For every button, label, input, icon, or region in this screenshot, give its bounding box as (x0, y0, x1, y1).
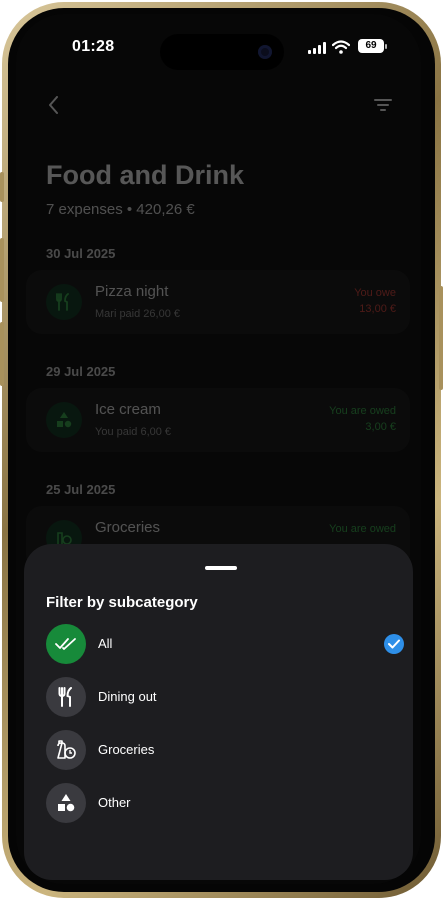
volume-down-button (0, 322, 4, 386)
expense-card[interactable]: Pizza night Mari paid 26,00 € You owe 13… (26, 270, 410, 334)
filter-option-label: Other (98, 795, 131, 810)
volume-up-button (0, 238, 4, 302)
balance-amount: 3,00 € (365, 421, 396, 433)
filter-bottom-sheet: Filter by subcategory All Dining out Gro… (24, 544, 413, 880)
filter-option-label: Groceries (98, 742, 155, 757)
grocery-icon (46, 730, 86, 770)
expense-name: Ice cream (95, 401, 161, 418)
filter-option-all[interactable]: All (46, 624, 406, 666)
shapes-icon (46, 783, 86, 823)
date-header: 25 Jul 2025 (46, 482, 116, 497)
filter-option-label: All (98, 636, 113, 651)
filter-option-label: Dining out (98, 689, 157, 704)
top-nav (16, 94, 421, 118)
balance-status: You are owed (329, 523, 396, 535)
check-icon (384, 634, 404, 654)
screen: 01:28 69 Food and Drink 7 expenses • 420… (16, 14, 421, 884)
filter-icon[interactable] (374, 98, 392, 112)
sheet-drag-handle[interactable] (205, 566, 237, 570)
fork-knife-icon (46, 284, 82, 320)
action-button (0, 172, 4, 202)
power-button (439, 286, 443, 390)
double-check-icon (46, 624, 86, 664)
date-header: 30 Jul 2025 (46, 246, 116, 261)
back-arrow-icon[interactable] (46, 94, 60, 116)
expense-paid-by: Mari paid 26,00 € (95, 308, 180, 320)
page-title: Food and Drink (46, 160, 244, 190)
expense-card[interactable]: Ice cream You paid 6,00 € You are owed 3… (26, 388, 410, 452)
page-subtitle: 7 expenses • 420,26 € (46, 201, 195, 218)
filter-option-dining-out[interactable]: Dining out (46, 677, 406, 719)
expense-name: Groceries (95, 519, 161, 536)
date-header: 29 Jul 2025 (46, 364, 116, 379)
balance-status: You owe (354, 287, 396, 299)
expense-paid-by: You paid 6,00 € (95, 426, 172, 438)
shapes-icon (46, 402, 82, 438)
sheet-title: Filter by subcategory (46, 594, 198, 611)
balance-status: You are owed (329, 405, 396, 417)
expense-name: Pizza night (95, 283, 169, 300)
fork-knife-icon (46, 677, 86, 717)
filter-option-groceries[interactable]: Groceries (46, 730, 406, 772)
balance-amount: 13,00 € (359, 303, 396, 315)
filter-option-other[interactable]: Other (46, 783, 406, 825)
